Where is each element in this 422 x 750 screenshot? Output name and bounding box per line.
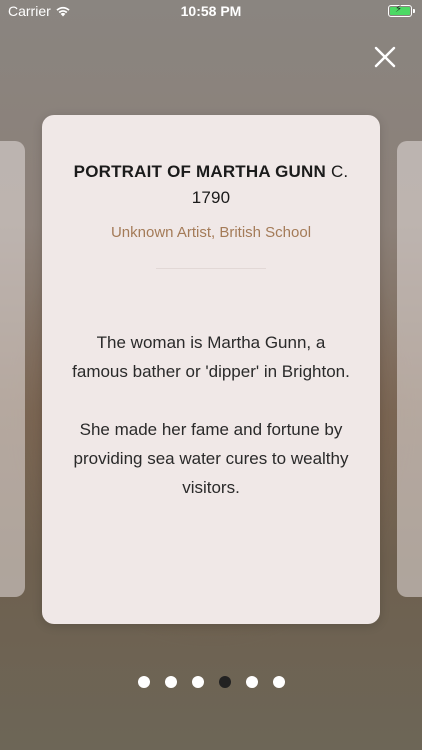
artwork-card: PORTRAIT OF MARTHA GUNN C. 1790 Unknown …	[42, 115, 380, 624]
next-card-peek[interactable]	[397, 141, 422, 597]
artwork-title-name: PORTRAIT OF MARTHA GUNN	[73, 162, 326, 181]
page-dot-active[interactable]	[218, 676, 231, 688]
page-dot[interactable]	[137, 676, 150, 688]
card-divider	[156, 268, 266, 269]
battery-cap	[413, 9, 415, 13]
page-indicator	[0, 676, 422, 690]
description-paragraph: She made her fame and fortune by providi…	[73, 420, 349, 497]
page-dot[interactable]	[245, 676, 258, 688]
charging-bolt-icon: ⚡	[395, 4, 403, 15]
page-dot[interactable]	[272, 676, 285, 688]
artwork-artist: Unknown Artist, British School	[110, 224, 312, 241]
artwork-description: The woman is Martha Gunn, a famous bathe…	[68, 328, 354, 531]
previous-card-peek[interactable]	[0, 141, 25, 597]
close-icon[interactable]	[372, 44, 398, 70]
battery-icon: ⚡	[388, 4, 415, 17]
page-dot[interactable]	[191, 676, 204, 688]
battery-fill: ⚡	[390, 4, 410, 15]
artwork-title: PORTRAIT OF MARTHA GUNN C. 1790	[62, 159, 360, 211]
status-bar: Carrier 10:58 PM ⚡	[0, 0, 422, 22]
description-paragraph: The woman is Martha Gunn, a famous bathe…	[72, 333, 350, 381]
status-time: 10:58 PM	[180, 3, 242, 19]
page-dot[interactable]	[164, 676, 177, 688]
